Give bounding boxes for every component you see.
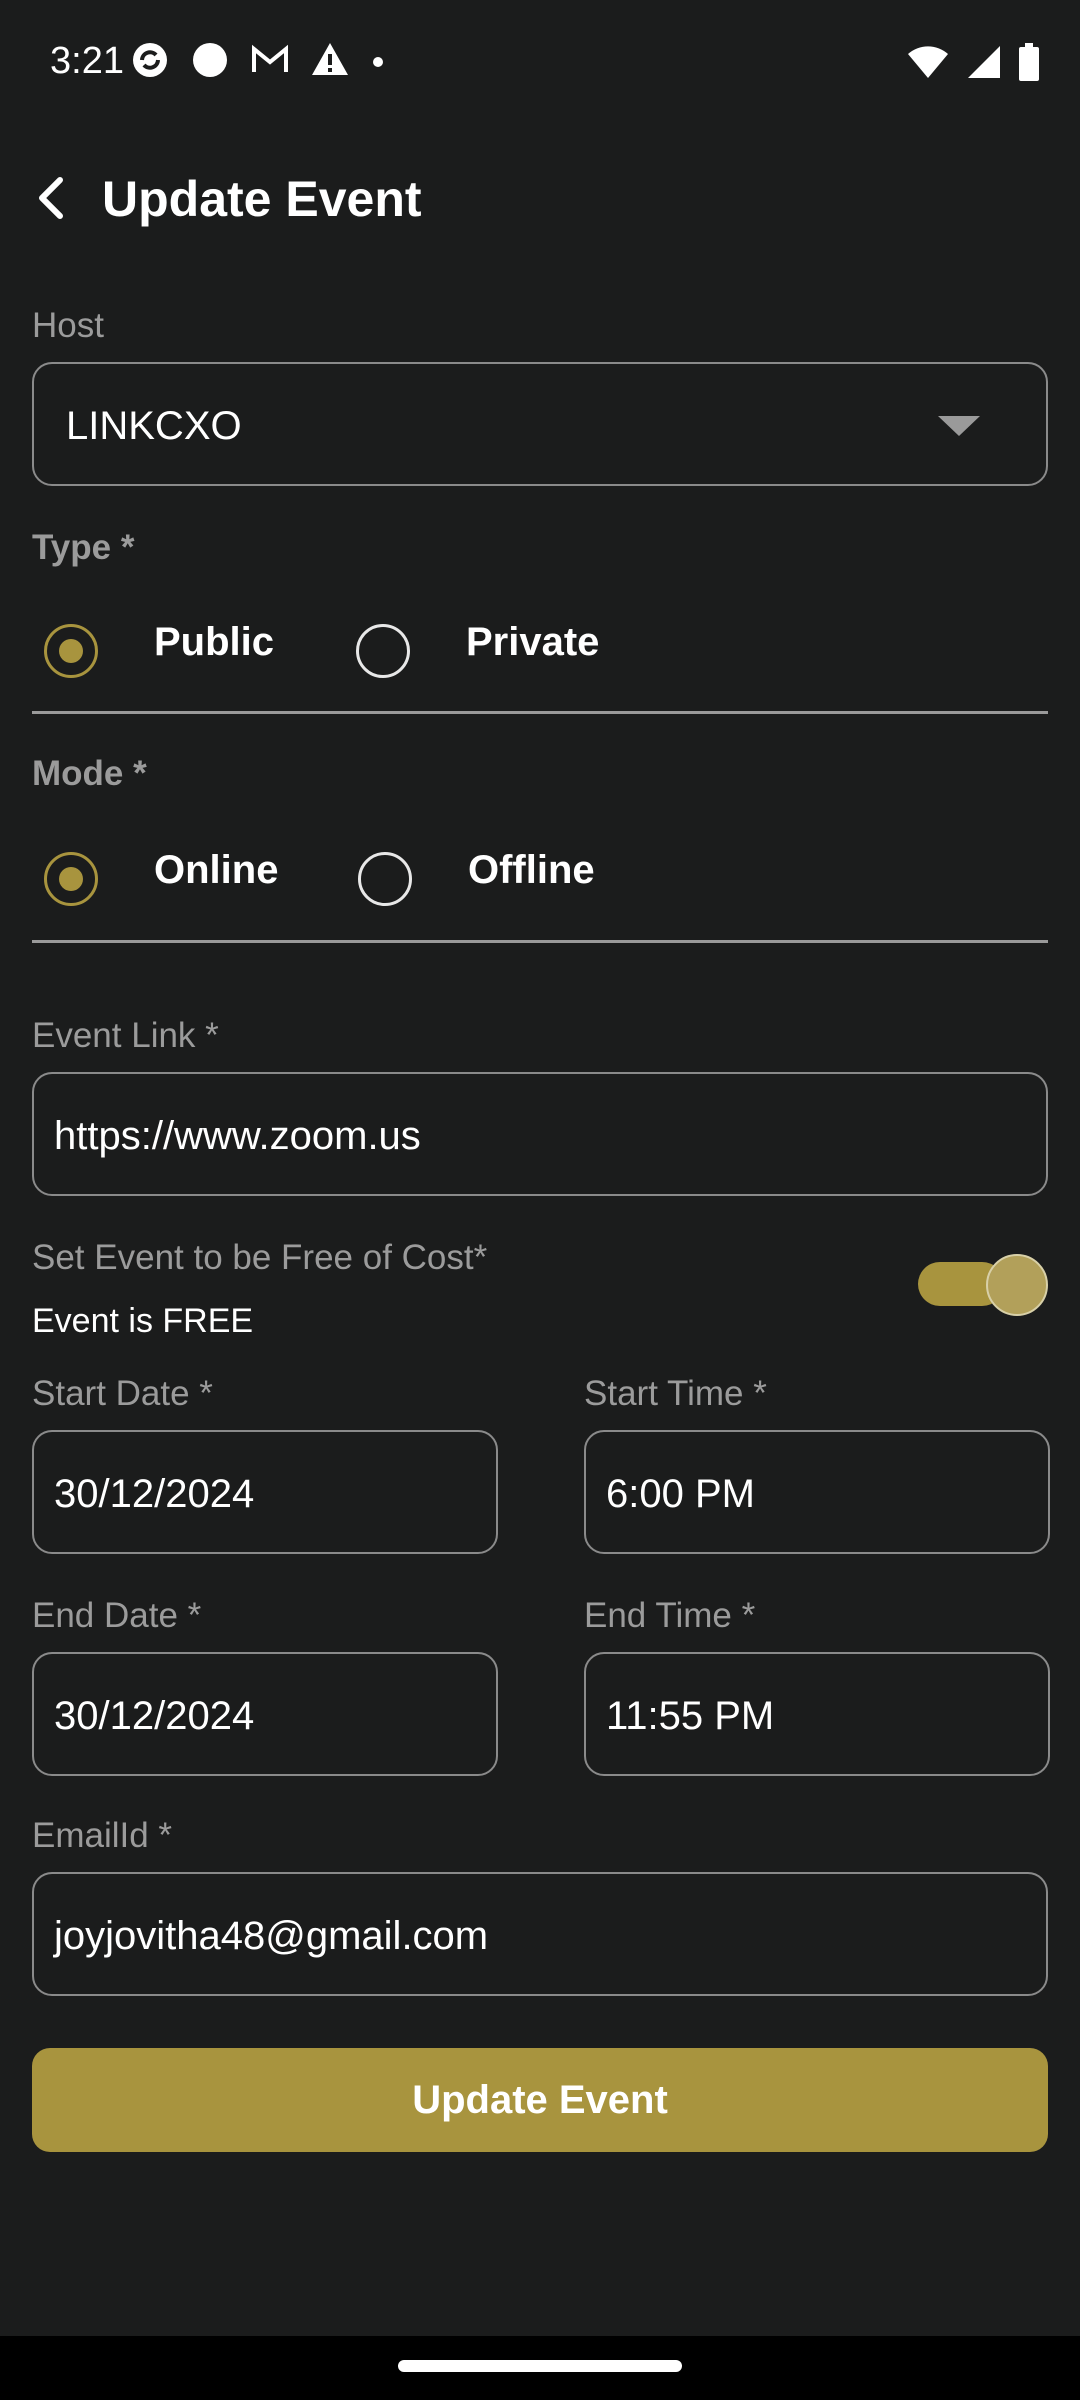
free-of-cost-label: Set Event to be Free of Cost* <box>32 1238 488 1277</box>
host-value: LINKCXO <box>66 404 242 448</box>
mode-divider <box>32 940 1048 943</box>
page-title: Update Event <box>102 171 422 227</box>
email-field[interactable]: joyjovitha48@gmail.com <box>32 1872 1048 1996</box>
circle-icon <box>193 43 227 77</box>
warning-icon <box>312 43 348 75</box>
update-event-button[interactable]: Update Event <box>32 2048 1048 2152</box>
mode-label: Mode * <box>32 754 147 793</box>
start-date-field[interactable]: 30/12/2024 <box>32 1430 498 1554</box>
end-date-label: End Date * <box>32 1596 202 1635</box>
host-label: Host <box>32 306 104 345</box>
notification-icons <box>130 40 386 80</box>
end-date-value: 30/12/2024 <box>54 1694 255 1738</box>
system-icons <box>906 42 1040 82</box>
end-time-value: 11:55 PM <box>606 1694 775 1738</box>
gmail-icon <box>252 44 288 72</box>
start-time-value: 6:00 PM <box>606 1472 755 1516</box>
back-arrow-icon[interactable] <box>24 168 84 228</box>
mode-offline-label[interactable]: Offline <box>468 848 595 893</box>
sync-icon <box>133 43 167 77</box>
wifi-icon <box>908 46 948 78</box>
type-public-label[interactable]: Public <box>154 620 274 665</box>
mode-offline-radio[interactable] <box>358 852 412 906</box>
mode-online-radio[interactable] <box>44 852 98 906</box>
start-time-label: Start Time * <box>584 1374 767 1413</box>
event-link-value: https://www.zoom.us <box>54 1114 421 1158</box>
start-date-label: Start Date * <box>32 1374 213 1413</box>
email-label: EmailId * <box>32 1816 173 1855</box>
signal-icon <box>968 46 1000 78</box>
host-dropdown[interactable]: LINKCXO <box>32 362 1048 486</box>
type-public-radio[interactable] <box>44 624 98 678</box>
end-date-field[interactable]: 30/12/2024 <box>32 1652 498 1776</box>
update-event-button-label: Update Event <box>412 2077 668 2122</box>
status-time: 3:21 <box>50 40 124 82</box>
home-indicator[interactable] <box>398 2360 682 2372</box>
type-private-label[interactable]: Private <box>466 620 599 665</box>
email-value: joyjovitha48@gmail.com <box>54 1914 489 1958</box>
dropdown-arrow-icon <box>938 416 980 436</box>
dot-icon <box>373 57 383 67</box>
status-bar: 3:21 <box>0 0 1080 128</box>
mode-online-label[interactable]: Online <box>154 848 278 893</box>
type-label: Type * <box>32 528 135 567</box>
start-date-value: 30/12/2024 <box>54 1472 255 1516</box>
event-link-label: Event Link * <box>32 1016 219 1055</box>
battery-icon <box>1019 43 1039 81</box>
type-private-radio[interactable] <box>356 624 410 678</box>
start-time-field[interactable]: 6:00 PM <box>584 1430 1050 1554</box>
event-link-input[interactable]: https://www.zoom.us <box>32 1072 1048 1196</box>
toggle-thumb[interactable] <box>986 1254 1048 1316</box>
end-time-label: End Time * <box>584 1596 756 1635</box>
type-divider <box>32 711 1048 714</box>
free-status-text: Event is FREE <box>32 1302 254 1340</box>
end-time-field[interactable]: 11:55 PM <box>584 1652 1050 1776</box>
